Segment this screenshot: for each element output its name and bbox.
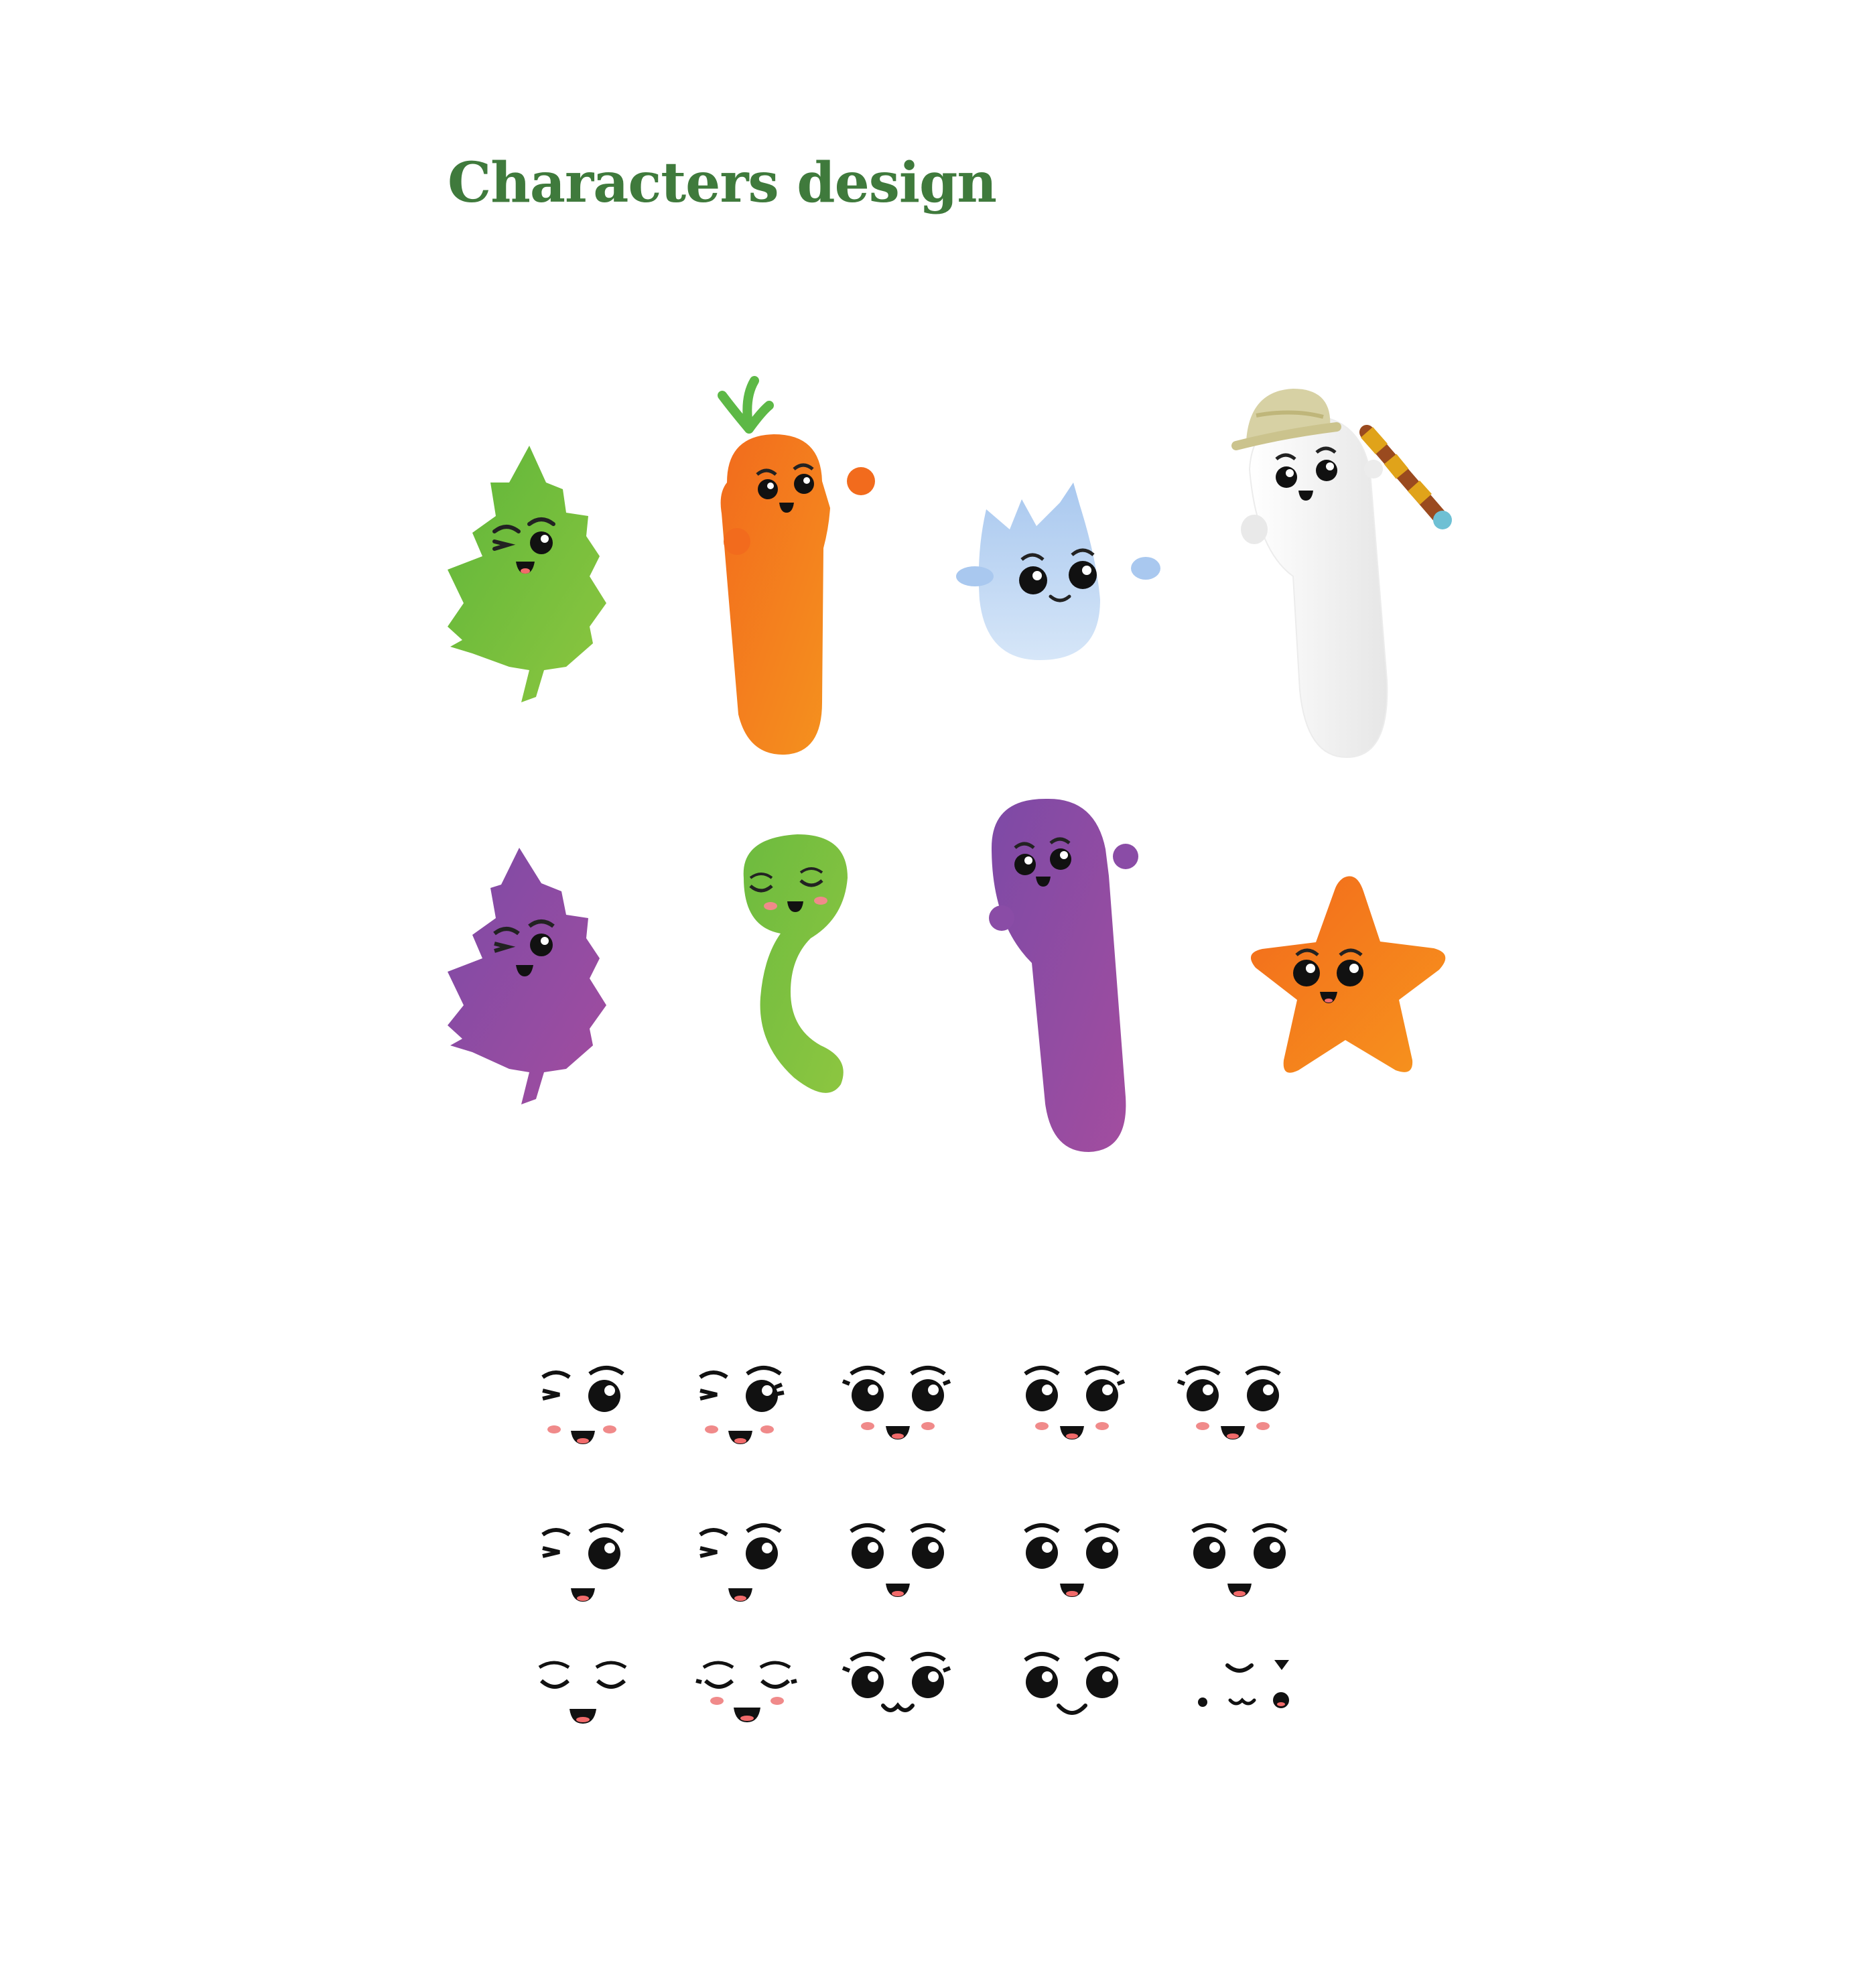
character-green-sprout: [743, 834, 848, 1093]
face-happy-lashes-blush-icon: [1024, 1366, 1126, 1439]
face-happy-icon: [1024, 1523, 1120, 1597]
face-cat-mouth-lashes-icon: [842, 1652, 951, 1712]
character-sheet: [448, 376, 1452, 1724]
face-wink-blush-icon: [541, 1366, 624, 1444]
character-purple-leaf: [448, 848, 606, 1104]
face-closed-eyes-lashes-blush-icon: [695, 1661, 797, 1722]
character-orange-carrot: [718, 376, 875, 755]
character-blue-water-drop: [956, 483, 1160, 660]
face-happy-lashes-blush-icon: [842, 1366, 951, 1439]
face-smile-icon: [1024, 1652, 1120, 1715]
face-happy-icon: [850, 1523, 946, 1597]
face-happy-icon: [1191, 1523, 1288, 1597]
face-wink-lashes-blush-icon: [699, 1366, 785, 1444]
face-expression-sheet: [538, 1366, 1289, 1724]
character-orange-starfish: [1250, 876, 1446, 1073]
face-happy-lashes-blush-icon: [1177, 1366, 1281, 1439]
telescope-icon: [1359, 425, 1452, 529]
character-purple-worm: [989, 798, 1138, 1152]
face-closed-eyes-icon: [538, 1661, 627, 1724]
face-wink-icon: [541, 1523, 624, 1602]
character-white-explorer: [1231, 389, 1452, 759]
face-wink-icon: [699, 1523, 782, 1602]
character-green-leaf: [448, 446, 606, 702]
face-parts-icon: [1198, 1660, 1289, 1708]
